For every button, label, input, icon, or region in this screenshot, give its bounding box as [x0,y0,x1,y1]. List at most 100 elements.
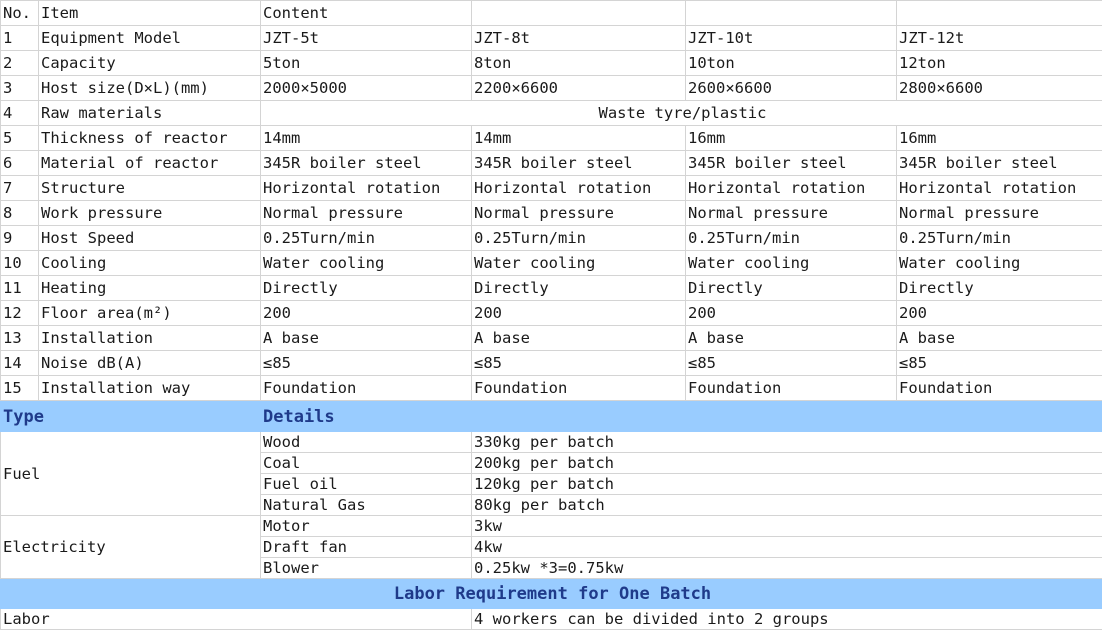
fuel-item-name[interactable]: Wood [260,431,472,453]
row-value[interactable]: Normal pressure [896,200,1102,226]
row-value[interactable]: Horizontal rotation [896,175,1102,201]
row-value[interactable]: 12ton [896,50,1102,76]
row-item[interactable]: Material of reactor [38,150,261,176]
row-value[interactable]: 345R boiler steel [685,150,897,176]
row-value[interactable]: Directly [685,275,897,301]
header-empty[interactable] [471,0,686,26]
row-number[interactable]: 7 [0,175,39,201]
row-value[interactable]: 200 [896,300,1102,326]
fuel-item-value[interactable]: 120kg per batch [471,473,1102,495]
row-value[interactable]: Directly [260,275,472,301]
row-item[interactable]: Work pressure [38,200,261,226]
row-value[interactable]: 10ton [685,50,897,76]
row-value[interactable]: Directly [471,275,686,301]
row-value[interactable]: 16mm [896,125,1102,151]
row-item[interactable]: Host Speed [38,225,261,251]
row-number[interactable]: 15 [0,375,39,401]
row-number[interactable]: 4 [0,100,39,126]
row-value[interactable]: ≤85 [471,350,686,376]
labor-value[interactable]: 4 workers can be divided into 2 groups [471,608,1102,630]
row-item[interactable]: Installation way [38,375,261,401]
row-value[interactable]: A base [685,325,897,351]
row-value[interactable]: 0.25Turn/min [471,225,686,251]
row-value[interactable]: 345R boiler steel [471,150,686,176]
row-item[interactable]: Equipment Model [38,25,261,51]
row-value[interactable]: Directly [896,275,1102,301]
header-content[interactable]: Content [260,0,472,26]
row-value[interactable]: 200 [471,300,686,326]
labor-label[interactable]: Labor [0,608,472,630]
row-value[interactable]: JZT-8t [471,25,686,51]
row-value[interactable]: 345R boiler steel [260,150,472,176]
row-item[interactable]: Host size(D×L)(mm) [38,75,261,101]
row-value[interactable]: ≤85 [896,350,1102,376]
row-value[interactable]: A base [896,325,1102,351]
electricity-item-value[interactable]: 4kw [471,536,1102,558]
header-item[interactable]: Item [38,0,261,26]
row-value[interactable]: Horizontal rotation [685,175,897,201]
row-value[interactable]: 0.25Turn/min [685,225,897,251]
row-item[interactable]: Noise dB(A) [38,350,261,376]
row-value[interactable]: A base [471,325,686,351]
row-item[interactable]: Heating [38,275,261,301]
row-value[interactable]: Water cooling [685,250,897,276]
row-value[interactable]: 2200×6600 [471,75,686,101]
row-value[interactable]: ≤85 [260,350,472,376]
row-value[interactable]: Foundation [260,375,472,401]
row-number[interactable]: 11 [0,275,39,301]
row-value[interactable]: Water cooling [471,250,686,276]
fuel-item-name[interactable]: Natural Gas [260,494,472,516]
row-number[interactable]: 2 [0,50,39,76]
details-header[interactable]: Details [260,401,1102,432]
row-value[interactable]: A base [260,325,472,351]
row-number[interactable]: 5 [0,125,39,151]
type-header[interactable]: Type [0,401,261,432]
row-value[interactable]: Normal pressure [260,200,472,226]
row-number[interactable]: 8 [0,200,39,226]
header-no[interactable]: No. [0,0,39,26]
row-item[interactable]: Capacity [38,50,261,76]
electricity-item-value[interactable]: 3kw [471,515,1102,537]
row-value[interactable]: 200 [260,300,472,326]
row-item[interactable]: Structure [38,175,261,201]
fuel-item-name[interactable]: Fuel oil [260,473,472,495]
row-value[interactable]: 200 [685,300,897,326]
electricity-label[interactable]: Electricity [0,515,261,579]
row-value[interactable]: Horizontal rotation [471,175,686,201]
row-value[interactable]: 14mm [471,125,686,151]
row-value[interactable]: 8ton [471,50,686,76]
row-item[interactable]: Thickness of reactor [38,125,261,151]
row-value[interactable]: Normal pressure [471,200,686,226]
row-value[interactable]: 14mm [260,125,472,151]
row-number[interactable]: 3 [0,75,39,101]
electricity-item-name[interactable]: Draft fan [260,536,472,558]
electricity-item-name[interactable]: Blower [260,557,472,579]
row-value[interactable]: 2000×5000 [260,75,472,101]
row-value[interactable]: 345R boiler steel [896,150,1102,176]
row-number[interactable]: 9 [0,225,39,251]
row-number[interactable]: 1 [0,25,39,51]
fuel-label[interactable]: Fuel [0,431,261,516]
fuel-item-value[interactable]: 330kg per batch [471,431,1102,453]
row-number[interactable]: 14 [0,350,39,376]
row-value[interactable]: Foundation [896,375,1102,401]
row-number[interactable]: 10 [0,250,39,276]
row-value[interactable]: 5ton [260,50,472,76]
row-value[interactable]: 0.25Turn/min [260,225,472,251]
row-value[interactable]: ≤85 [685,350,897,376]
header-empty[interactable] [896,0,1102,26]
row-value[interactable]: 16mm [685,125,897,151]
row-value[interactable]: Foundation [471,375,686,401]
fuel-item-value[interactable]: 80kg per batch [471,494,1102,516]
row-value[interactable]: JZT-5t [260,25,472,51]
row-value[interactable]: Normal pressure [685,200,897,226]
fuel-item-name[interactable]: Coal [260,452,472,474]
row-value[interactable]: Water cooling [896,250,1102,276]
row-number[interactable]: 12 [0,300,39,326]
row-value[interactable]: JZT-12t [896,25,1102,51]
row-item[interactable]: Floor area(m²) [38,300,261,326]
row-value[interactable]: 0.25Turn/min [896,225,1102,251]
labor-header[interactable]: Labor Requirement for One Batch [0,578,1102,609]
electricity-item-name[interactable]: Motor [260,515,472,537]
row-item[interactable]: Cooling [38,250,261,276]
